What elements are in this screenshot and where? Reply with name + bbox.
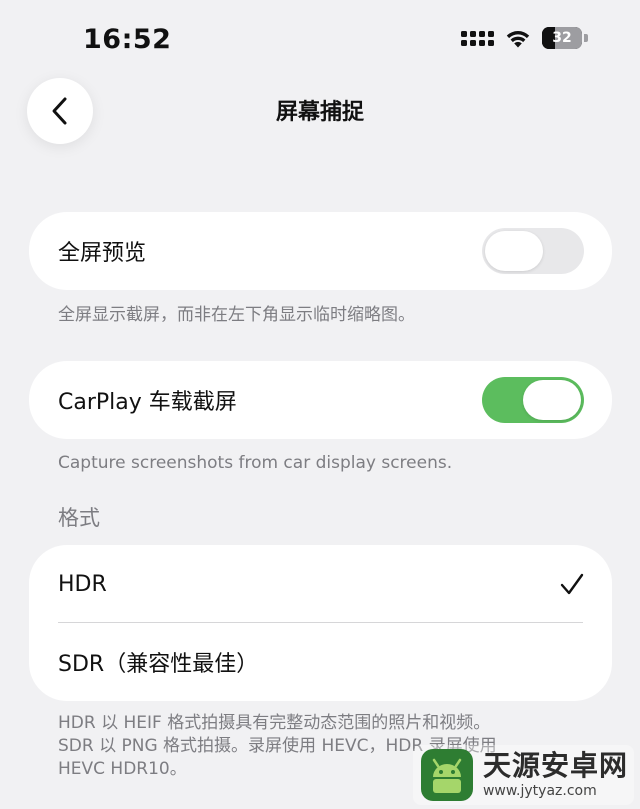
fullscreen-preview-footnote: 全屏显示截屏，而非在左下角显示临时缩略图。 [58,305,415,325]
toggle-knob [485,231,543,271]
battery-icon: 32 [542,27,582,49]
android-robot-logo [420,749,473,801]
status-icons: 32 [461,27,588,49]
carplay-card: CarPlay 车载截屏 [29,361,612,439]
watermark-text: 天源安卓网 www.jytyaz.com [482,749,628,799]
format-card: HDR SDR（兼容性最佳） [29,545,612,701]
fullscreen-preview-label: 全屏预览 [58,241,147,266]
carplay-label: CarPlay 车载截屏 [58,390,237,415]
status-time: 16:52 [83,24,172,55]
format-option-label: HDR [58,571,107,597]
format-footnote-line: HDR 以 HEIF 格式拍摄具有完整动态范围的照片和视频。 [58,713,491,733]
format-option-sdr[interactable]: SDR（兼容性最佳） [29,623,612,701]
format-option-hdr[interactable]: HDR [29,545,612,623]
wifi-icon [506,31,530,48]
carplay-row[interactable]: CarPlay 车载截屏 [29,361,612,439]
fullscreen-preview-row[interactable]: 全屏预览 [29,212,612,290]
battery-cap [584,34,588,42]
toggle-knob [523,380,581,420]
watermark-name: 天源安卓网 [482,749,628,782]
format-section-header: 格式 [58,506,100,530]
fullscreen-preview-toggle[interactable] [482,228,584,274]
watermark: 天源安卓网 www.jytyaz.com [412,745,634,805]
battery-level: 32 [552,30,572,46]
fullscreen-preview-card: 全屏预览 [29,212,612,290]
page-title: 屏幕捕捉 [275,100,364,125]
carplay-toggle[interactable] [482,377,584,423]
format-option-label: SDR（兼容性最佳） [58,652,259,677]
checkmark-icon [560,573,584,595]
watermark-url: www.jytyaz.com [482,783,597,799]
carplay-footnote: Capture screenshots from car display scr… [58,453,453,473]
cellular-signal-icon [461,30,494,46]
